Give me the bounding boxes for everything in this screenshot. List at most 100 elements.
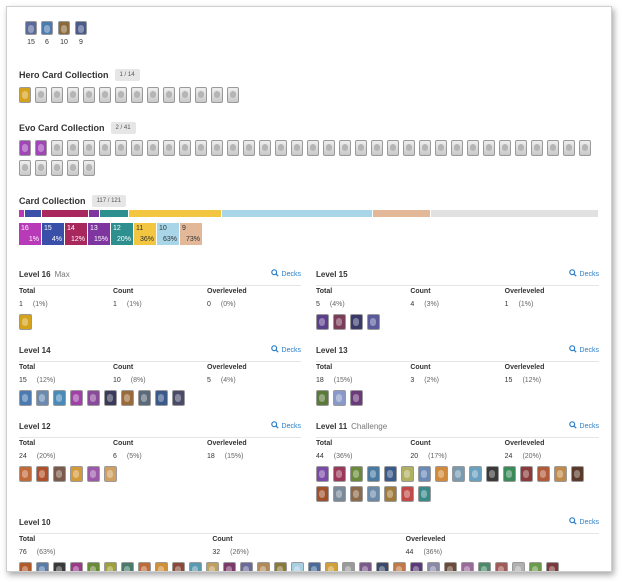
card-item[interactable]: [367, 466, 380, 482]
card-item[interactable]: [19, 562, 32, 571]
card-item[interactable]: [104, 390, 117, 406]
card-item[interactable]: [206, 562, 219, 571]
card-locked[interactable]: [355, 140, 367, 156]
card-locked[interactable]: [227, 87, 239, 103]
card-item[interactable]: [384, 486, 397, 502]
decks-link[interactable]: Decks: [568, 517, 599, 527]
card-item[interactable]: [19, 390, 32, 406]
card-item[interactable]: [36, 562, 49, 571]
decks-link[interactable]: Decks: [270, 269, 301, 279]
card-locked[interactable]: [51, 140, 63, 156]
card-item[interactable]: [36, 390, 49, 406]
card-item[interactable]: [19, 466, 32, 482]
card-item[interactable]: [316, 466, 329, 482]
card-locked[interactable]: [387, 140, 399, 156]
card-item[interactable]: [427, 562, 440, 571]
card-item[interactable]: [257, 562, 270, 571]
arena-item[interactable]: 6: [39, 21, 55, 46]
card-locked[interactable]: [211, 140, 223, 156]
card-item[interactable]: [384, 466, 397, 482]
level-chip[interactable]: 15 4%: [42, 223, 64, 245]
card-item[interactable]: [104, 562, 117, 571]
card-item[interactable]: [512, 562, 525, 571]
card-item[interactable]: [469, 466, 482, 482]
card-locked[interactable]: [483, 140, 495, 156]
card-locked[interactable]: [51, 160, 63, 176]
card-item[interactable]: [172, 390, 185, 406]
card-item[interactable]: [350, 486, 363, 502]
card-item[interactable]: [342, 562, 355, 571]
card-owned[interactable]: [19, 87, 31, 103]
card-item[interactable]: [70, 562, 83, 571]
card-item[interactable]: [189, 562, 202, 571]
card-item[interactable]: [104, 466, 117, 482]
card-locked[interactable]: [323, 140, 335, 156]
card-owned[interactable]: [35, 140, 47, 156]
card-item[interactable]: [308, 562, 321, 571]
card-item[interactable]: [452, 466, 465, 482]
decks-link[interactable]: Decks: [568, 269, 599, 279]
card-item[interactable]: [291, 562, 304, 571]
decks-link[interactable]: Decks: [568, 345, 599, 355]
card-locked[interactable]: [579, 140, 591, 156]
card-owned[interactable]: [19, 140, 31, 156]
card-locked[interactable]: [35, 87, 47, 103]
card-locked[interactable]: [83, 87, 95, 103]
card-locked[interactable]: [67, 87, 79, 103]
card-item[interactable]: [495, 562, 508, 571]
card-item[interactable]: [393, 562, 406, 571]
card-locked[interactable]: [83, 140, 95, 156]
card-locked[interactable]: [195, 87, 207, 103]
card-locked[interactable]: [211, 87, 223, 103]
card-item[interactable]: [546, 562, 559, 571]
card-item[interactable]: [53, 466, 66, 482]
card-item[interactable]: [19, 314, 32, 330]
card-locked[interactable]: [51, 87, 63, 103]
card-item[interactable]: [70, 466, 83, 482]
card-locked[interactable]: [67, 140, 79, 156]
card-locked[interactable]: [147, 87, 159, 103]
card-item[interactable]: [359, 562, 372, 571]
card-item[interactable]: [410, 562, 423, 571]
card-locked[interactable]: [179, 140, 191, 156]
card-item[interactable]: [121, 562, 134, 571]
card-item[interactable]: [376, 562, 389, 571]
card-locked[interactable]: [259, 140, 271, 156]
card-locked[interactable]: [195, 140, 207, 156]
card-item[interactable]: [121, 390, 134, 406]
card-locked[interactable]: [531, 140, 543, 156]
card-locked[interactable]: [115, 140, 127, 156]
card-locked[interactable]: [499, 140, 511, 156]
card-item[interactable]: [138, 562, 151, 571]
card-item[interactable]: [350, 390, 363, 406]
card-item[interactable]: [418, 466, 431, 482]
card-locked[interactable]: [99, 140, 111, 156]
card-item[interactable]: [316, 486, 329, 502]
card-locked[interactable]: [451, 140, 463, 156]
card-locked[interactable]: [67, 160, 79, 176]
arena-item[interactable]: 9: [73, 21, 89, 46]
decks-link[interactable]: Decks: [270, 345, 301, 355]
card-item[interactable]: [274, 562, 287, 571]
card-locked[interactable]: [163, 140, 175, 156]
level-chip[interactable]: 10 63%: [157, 223, 179, 245]
card-locked[interactable]: [131, 87, 143, 103]
card-locked[interactable]: [115, 87, 127, 103]
card-item[interactable]: [350, 466, 363, 482]
card-item[interactable]: [537, 466, 550, 482]
card-item[interactable]: [529, 562, 542, 571]
card-locked[interactable]: [243, 140, 255, 156]
card-item[interactable]: [87, 466, 100, 482]
level-chip[interactable]: 12 20%: [111, 223, 133, 245]
card-item[interactable]: [333, 466, 346, 482]
card-item[interactable]: [333, 314, 346, 330]
level-chip[interactable]: 9 73%: [180, 223, 202, 245]
card-locked[interactable]: [147, 140, 159, 156]
decks-link[interactable]: Decks: [270, 421, 301, 431]
card-item[interactable]: [367, 314, 380, 330]
card-item[interactable]: [155, 390, 168, 406]
card-locked[interactable]: [291, 140, 303, 156]
card-item[interactable]: [401, 466, 414, 482]
card-item[interactable]: [401, 486, 414, 502]
card-locked[interactable]: [19, 160, 31, 176]
